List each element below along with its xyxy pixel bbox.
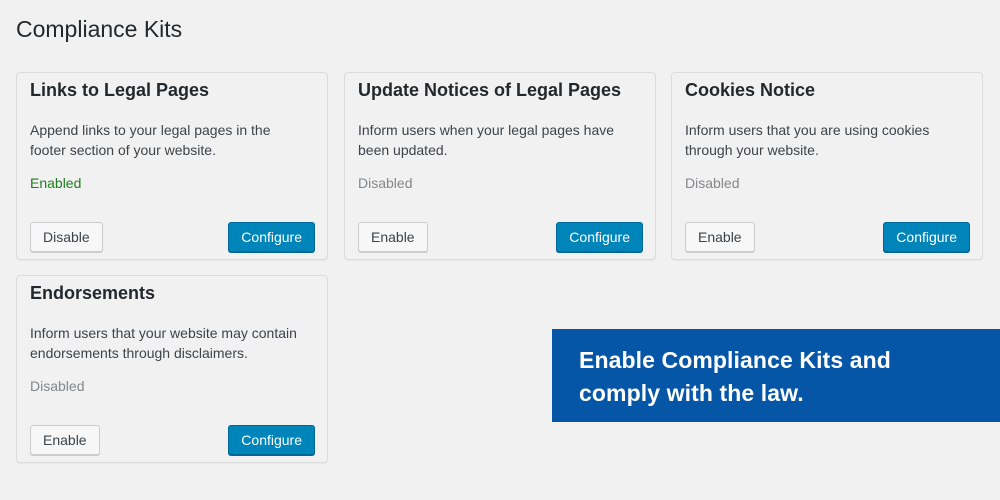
compliance-kit-card-links-to-legal-pages: Links to Legal Pages Append links to you… — [16, 72, 328, 260]
card-title: Cookies Notice — [685, 80, 816, 100]
card-description: Inform users that you are using cookies … — [685, 122, 930, 158]
card-description: Inform users when your legal pages have … — [358, 122, 615, 158]
configure-button[interactable]: Configure — [228, 425, 315, 455]
promo-line-2: comply with the law. — [579, 380, 804, 406]
status-text-enabled: Enabled — [30, 175, 82, 191]
compliance-kit-card-endorsements: Endorsements Inform users that your webs… — [16, 275, 328, 463]
card-title: Endorsements — [30, 283, 156, 303]
configure-button[interactable]: Configure — [556, 222, 643, 252]
card-title: Update Notices of Legal Pages — [358, 80, 622, 100]
configure-button[interactable]: Configure — [228, 222, 315, 252]
compliance-kit-card-update-notices: Update Notices of Legal Pages Inform use… — [344, 72, 656, 260]
disable-button[interactable]: Disable — [30, 222, 103, 252]
status-text-disabled: Disabled — [30, 378, 85, 394]
card-title: Links to Legal Pages — [30, 80, 210, 100]
card-description: Inform users that your website may conta… — [30, 325, 297, 361]
promo-banner: Enable Compliance Kits and comply with t… — [552, 329, 1000, 422]
enable-button[interactable]: Enable — [30, 425, 100, 455]
status-text-disabled: Disabled — [685, 175, 740, 191]
card-description: Append links to your legal pages in the … — [30, 122, 271, 158]
enable-button[interactable]: Enable — [685, 222, 755, 252]
page-title: Compliance Kits — [16, 16, 183, 42]
promo-line-1: Enable Compliance Kits and — [579, 347, 891, 373]
configure-button[interactable]: Configure — [883, 222, 970, 252]
enable-button[interactable]: Enable — [358, 222, 428, 252]
compliance-kit-card-cookies-notice: Cookies Notice Inform users that you are… — [671, 72, 983, 260]
status-text-disabled: Disabled — [358, 175, 413, 191]
